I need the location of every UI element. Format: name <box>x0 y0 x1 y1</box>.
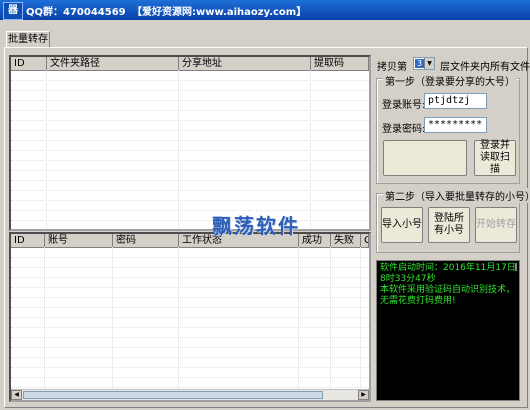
log-scroll-indicator <box>515 263 517 271</box>
table-row[interactable] <box>11 151 369 161</box>
table-row[interactable] <box>11 161 369 171</box>
table-row[interactable] <box>11 111 369 121</box>
horizontal-scrollbar[interactable]: ◀ ▶ <box>11 389 369 400</box>
table-row[interactable] <box>11 221 369 229</box>
table-row[interactable] <box>11 298 369 308</box>
table-row[interactable] <box>11 171 369 181</box>
table-header: ID 文件夹路径 分享地址 提取码 <box>11 57 369 71</box>
scroll-right-icon[interactable]: ▶ <box>358 390 369 400</box>
copy-level-select[interactable]: 3 ▼ <box>413 57 435 70</box>
table-row[interactable] <box>11 288 369 298</box>
column-header-fail[interactable]: 失败 <box>331 234 361 247</box>
table-row[interactable] <box>11 368 369 378</box>
table-row[interactable] <box>11 101 369 111</box>
table-row[interactable] <box>11 378 369 388</box>
table-row[interactable] <box>11 191 369 201</box>
site-label: 【爱好资源网:www.aihaozy.com】 <box>132 7 307 18</box>
column-header-account[interactable]: 账号 <box>45 234 113 247</box>
table-row[interactable] <box>11 258 369 268</box>
table-row[interactable] <box>11 318 369 328</box>
column-header-extra[interactable]: C <box>361 234 369 247</box>
table-row[interactable] <box>11 201 369 211</box>
scroll-left-icon[interactable]: ◀ <box>11 390 22 400</box>
column-header-extract-code[interactable]: 提取码 <box>311 57 369 70</box>
table-row[interactable] <box>11 278 369 288</box>
table-row[interactable] <box>11 141 369 151</box>
table-row[interactable] <box>11 248 369 258</box>
table-row[interactable] <box>11 358 369 368</box>
column-header-id[interactable]: ID <box>11 57 47 70</box>
table-row[interactable] <box>11 91 369 101</box>
login-all-accounts-button[interactable]: 登陆所有小号 <box>428 207 470 243</box>
copy-level-prefix-label: 拷贝第 <box>377 62 407 73</box>
login-scan-button[interactable]: 登录并读取扫描 <box>474 140 516 176</box>
column-header-share-url[interactable]: 分享地址 <box>179 57 311 70</box>
title-bar[interactable]: 器 QQ群：470044569 【爱好资源网:www.aihaozy.com】 <box>0 0 530 20</box>
folder-share-table[interactable]: ID 文件夹路径 分享地址 提取码 <box>9 55 371 231</box>
account-label: 登录账号: <box>382 100 426 111</box>
log-console: 软件启动时间：2016年11月17日8时33分47秒 本软件采用验证码自动识别技… <box>376 260 520 401</box>
tab-batch-transfer[interactable]: 批量转存 <box>6 31 50 47</box>
chevron-down-icon[interactable]: ▼ <box>424 58 434 69</box>
table-row[interactable] <box>11 71 369 81</box>
table-header: ID 账号 密码 工作状态 成功 失败 C <box>11 234 369 248</box>
table-row[interactable] <box>11 268 369 278</box>
start-transfer-button[interactable]: 开始转存 <box>475 207 517 243</box>
column-header-folder-path[interactable]: 文件夹路径 <box>47 57 179 70</box>
window-title: QQ群：470044569 <box>26 7 126 18</box>
step1-legend: 第一步（登录要分享的大号） <box>383 73 517 88</box>
column-header-id[interactable]: ID <box>11 234 45 247</box>
log-text: 软件启动时间：2016年11月17日8时33分47秒 本软件采用验证码自动识别技… <box>380 263 516 306</box>
copy-level-value: 3 <box>415 59 424 68</box>
table-row[interactable] <box>11 181 369 191</box>
column-header-password[interactable]: 密码 <box>113 234 179 247</box>
table-row[interactable] <box>11 211 369 221</box>
app-icon: 器 <box>3 2 23 20</box>
table-row[interactable] <box>11 131 369 141</box>
table-row[interactable] <box>11 348 369 358</box>
account-input[interactable]: ptjdtzj <box>424 93 487 109</box>
step2-legend: 第二步（导入要批量转存的小号） <box>383 188 530 203</box>
table-row[interactable] <box>11 308 369 318</box>
table-row[interactable] <box>11 121 369 131</box>
account-table[interactable]: ID 账号 密码 工作状态 成功 失败 C ◀ ▶ <box>9 232 371 402</box>
copy-level-suffix-label: 层文件夹内所有文件夹 <box>440 62 530 73</box>
scrollbar-thumb[interactable] <box>23 391 323 399</box>
column-header-success[interactable]: 成功 <box>299 234 331 247</box>
watermark-text: 飘荡软件 <box>212 214 300 238</box>
table-row[interactable] <box>11 338 369 348</box>
import-accounts-button[interactable]: 导入小号 <box>381 207 423 243</box>
table-row[interactable] <box>11 328 369 338</box>
captcha-image[interactable] <box>383 140 467 176</box>
password-input[interactable]: ********* <box>424 117 487 133</box>
password-label: 登录密码: <box>382 124 426 135</box>
table-row[interactable] <box>11 81 369 91</box>
